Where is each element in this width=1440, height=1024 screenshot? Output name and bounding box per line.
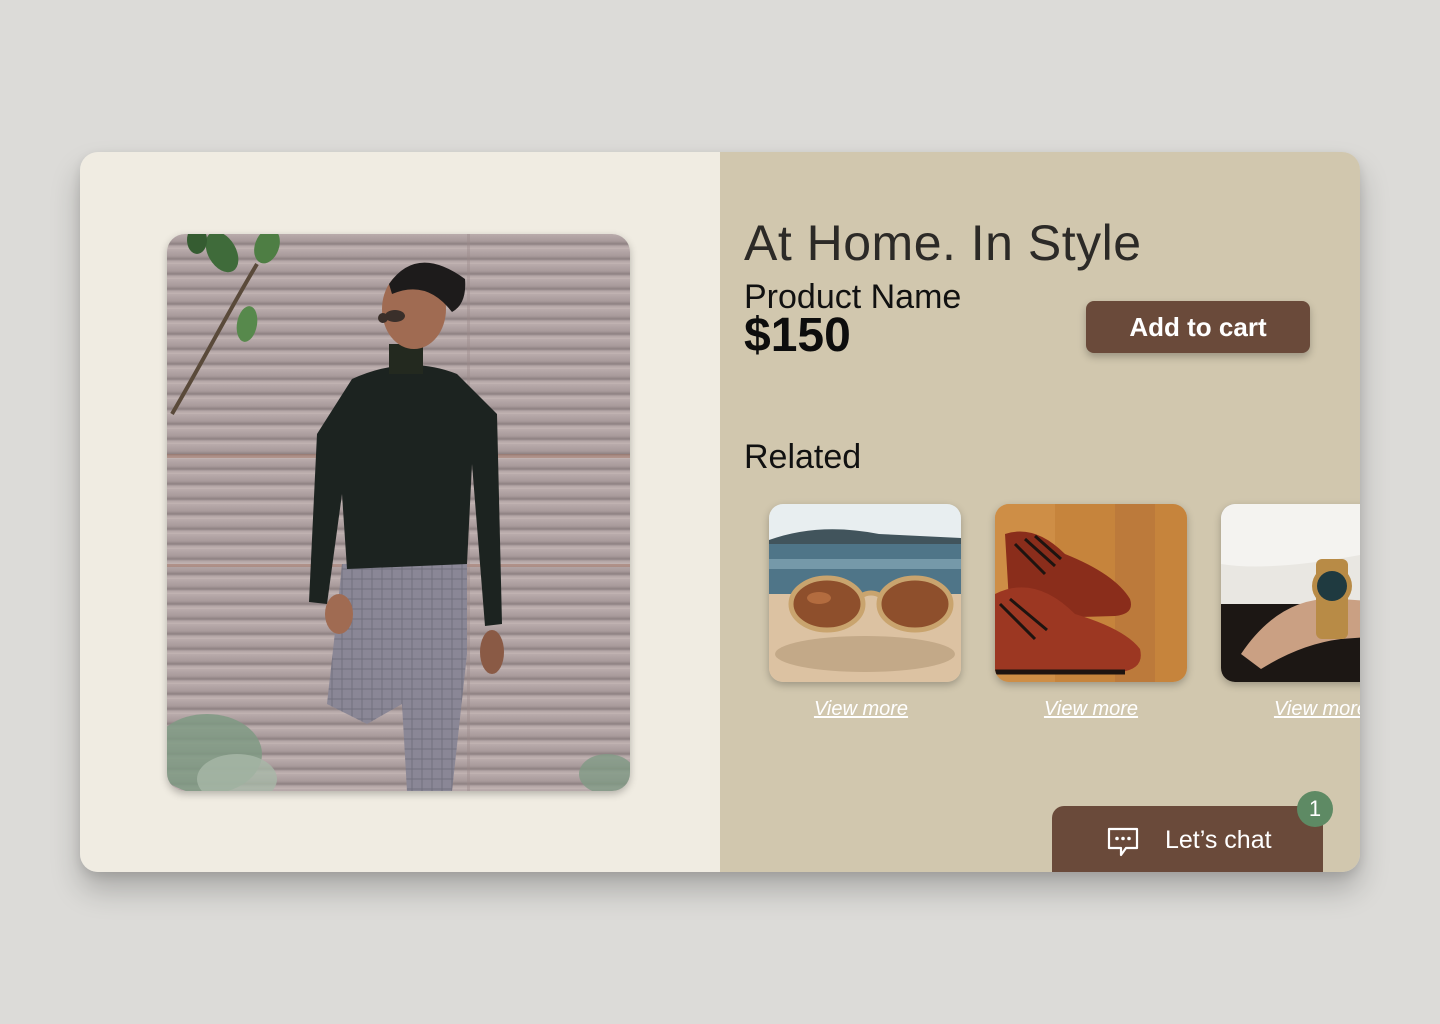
product-card: At Home. In Style Product Name $150 Add … <box>80 152 1360 872</box>
related-item-shoes-image[interactable] <box>995 504 1187 682</box>
shoes-illustration <box>995 504 1187 682</box>
chat-label: Let’s chat <box>1165 826 1272 854</box>
product-price: $150 <box>744 309 851 362</box>
related-heading: Related <box>744 438 862 476</box>
view-more-link-sunglasses[interactable]: View more <box>765 698 957 721</box>
related-item-watch-image[interactable] <box>1221 504 1360 682</box>
sunglasses-illustration <box>769 504 961 682</box>
details-panel: At Home. In Style Product Name $150 Add … <box>720 152 1360 872</box>
hero-product-image <box>167 234 630 791</box>
view-more-link-shoes[interactable]: View more <box>995 698 1187 721</box>
hero-panel <box>80 152 720 872</box>
hero-illustration <box>167 234 630 791</box>
add-to-cart-button[interactable]: Add to cart <box>1086 301 1310 353</box>
related-item-sunglasses-image[interactable] <box>769 504 961 682</box>
view-more-link-watch[interactable]: View more <box>1225 698 1360 721</box>
chat-launcher-button[interactable]: Let’s chat <box>1052 806 1323 872</box>
chat-bubble-icon <box>1107 827 1139 857</box>
tagline-heading: At Home. In Style <box>744 215 1142 271</box>
chat-notification-badge: 1 <box>1297 791 1333 827</box>
watch-illustration <box>1221 504 1360 682</box>
